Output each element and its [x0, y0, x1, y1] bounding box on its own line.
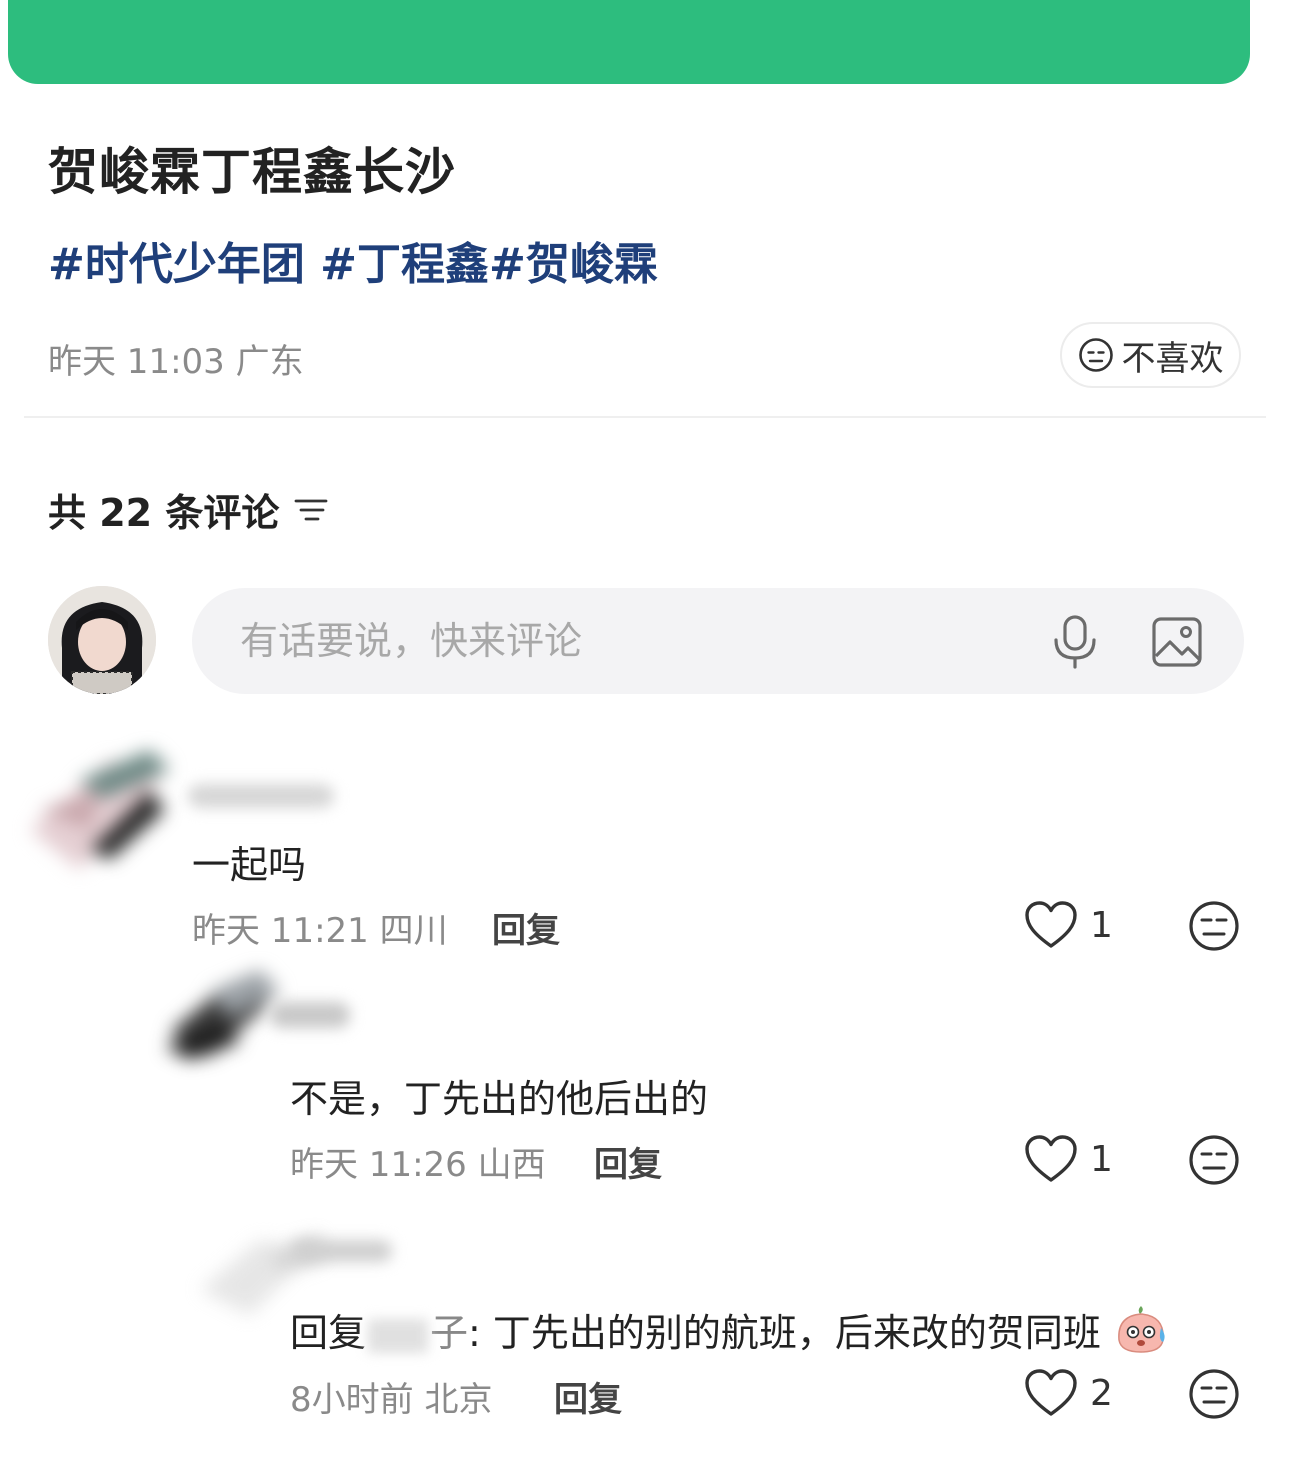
like-count: 1 — [1090, 904, 1113, 946]
commenter-name-blurred[interactable] — [188, 784, 334, 808]
post-location: 广东 — [235, 342, 304, 382]
post-meta: 昨天 11:03 广东 — [48, 334, 304, 383]
comment-location: 北京 — [424, 1380, 493, 1420]
sweat-emoji-sticker — [1118, 1306, 1165, 1353]
reply-button[interactable]: 回复 — [594, 1137, 662, 1186]
reply-prefix: 回复 — [290, 1311, 367, 1355]
image-icon[interactable] — [1150, 614, 1206, 670]
comment-input-box[interactable] — [192, 588, 1244, 694]
sort-lines-icon[interactable] — [293, 495, 329, 525]
divider — [24, 416, 1266, 418]
like-button[interactable]: 1 — [1024, 1134, 1113, 1184]
sweat-emoji-icon[interactable] — [1188, 900, 1240, 952]
post-title: 贺峻霖丁程鑫长沙 — [48, 143, 456, 201]
commenter-avatar-blurred[interactable] — [20, 740, 180, 880]
post-time: 昨天 11:03 — [48, 342, 225, 382]
reply-button[interactable]: 回复 — [492, 903, 560, 952]
commenter-name-blurred[interactable] — [270, 1002, 350, 1028]
comment-count-header: 共 22 条评论 — [48, 482, 329, 537]
heart-outline-icon — [1025, 1135, 1077, 1182]
heart-outline-icon — [1025, 901, 1077, 948]
reply-button[interactable]: 回复 — [554, 1372, 622, 1421]
reply-comment-text: 回复 子: 丁先出的别的航班，后来改的贺同班 — [290, 1302, 1169, 1357]
sweat-emoji-icon[interactable] — [1188, 1368, 1240, 1420]
comment-time: 昨天 11:26 — [290, 1145, 467, 1185]
reply-body: : 丁先出的别的航班，后来改的贺同班 — [468, 1311, 1101, 1355]
neutral-face-icon — [1078, 338, 1113, 372]
like-count: 1 — [1090, 1138, 1113, 1180]
comment-count-label: 共 22 条评论 — [48, 491, 280, 535]
reply-target-name-tail: 子 — [430, 1311, 469, 1355]
heart-outline-icon — [1025, 1369, 1077, 1416]
sweat-emoji-icon[interactable] — [1188, 1134, 1240, 1186]
dislike-button[interactable]: 不喜欢 — [1060, 322, 1241, 388]
like-button[interactable]: 2 — [1024, 1368, 1113, 1418]
comment-time: 昨天 11:21 — [192, 911, 369, 951]
top-green-banner[interactable] — [8, 0, 1250, 84]
post-tags[interactable]: #时代少年团 #丁程鑫#贺峻霖 — [48, 228, 658, 292]
avatar-photo — [48, 586, 156, 694]
comment-meta: 昨天 11:21 四川 — [192, 903, 448, 952]
comment-text: 不是，丁先出的他后出的 — [290, 1077, 709, 1121]
comment-time: 8小时前 — [290, 1380, 414, 1420]
dislike-label: 不喜欢 — [1121, 338, 1224, 379]
my-avatar[interactable] — [48, 586, 156, 694]
microphone-icon[interactable] — [1050, 614, 1100, 670]
like-count: 2 — [1090, 1372, 1113, 1414]
comment-meta: 8小时前 北京 — [290, 1372, 492, 1421]
comment-text: 一起吗 — [192, 843, 307, 887]
reply-target-name-blurred[interactable] — [368, 1318, 429, 1353]
comment-input[interactable] — [240, 588, 1020, 694]
like-button[interactable]: 1 — [1024, 900, 1113, 950]
comment-location: 四川 — [379, 911, 448, 951]
commenter-name-blurred[interactable] — [292, 1240, 392, 1262]
comment-location: 山西 — [477, 1145, 546, 1185]
comment-meta: 昨天 11:26 山西 — [290, 1137, 546, 1186]
